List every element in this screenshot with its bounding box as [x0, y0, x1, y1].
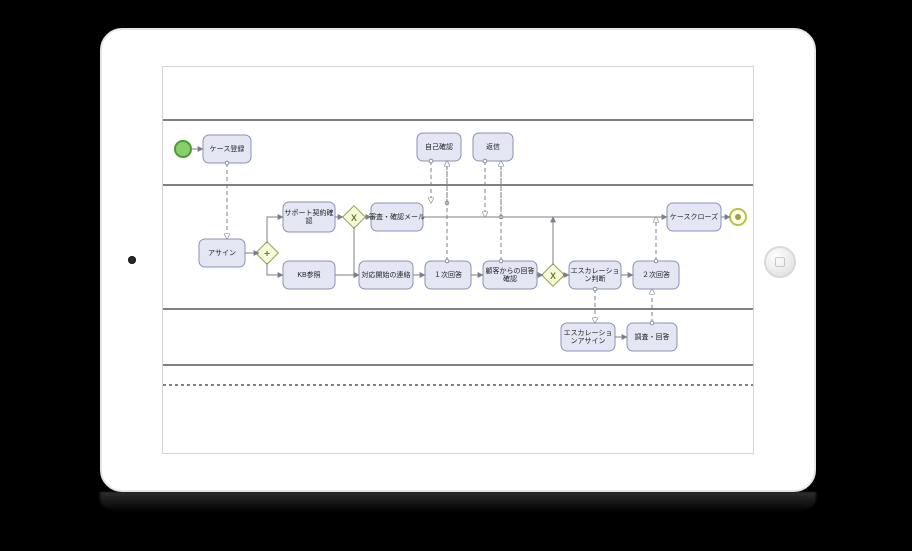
label-assign: アサイン [208, 249, 236, 257]
flow-gw-support [267, 217, 283, 243]
bpmn-canvas: ケース登録 自己確認 返信 アサイン + サポート契約確認 K [163, 67, 753, 453]
label-case-close: ケースクローズ [670, 212, 718, 221]
label-kb-search: KB参照 [297, 270, 320, 279]
label-first-answer: １次回答 [434, 270, 462, 279]
label-self-confirm: 自己確認 [425, 142, 453, 151]
gateway-xor1: X [343, 206, 366, 229]
flow-xor1-notify [354, 227, 359, 275]
label-notify-start: 対応開始の連絡 [362, 270, 411, 279]
home-button[interactable] [764, 246, 796, 278]
task-support-contract [283, 202, 335, 232]
stage: ケース登録 自己確認 返信 アサイン + サポート契約確認 K [0, 0, 912, 551]
label-investigate: 調査・回答 [635, 332, 670, 341]
label-review-mail: 審査・確認メール [369, 212, 425, 221]
camera-icon [128, 256, 136, 264]
gateway-xor2: X [542, 264, 565, 287]
gateway-parallel: + [256, 242, 279, 265]
start-event [175, 141, 191, 157]
screen: ケース登録 自己確認 返信 アサイン + サポート契約確認 K [162, 66, 754, 454]
task-escalation-assign [561, 323, 615, 351]
tablet-device: ケース登録 自己確認 返信 アサイン + サポート契約確認 K [100, 28, 816, 492]
bpmn-svg: ケース登録 自己確認 返信 アサイン + サポート契約確認 K [163, 67, 753, 454]
flow-gw-kb [267, 263, 283, 275]
label-case-register: ケース登録 [210, 144, 245, 153]
task-escalation-judge [569, 261, 621, 289]
svg-text:+: + [264, 249, 270, 260]
label-return: 返信 [486, 142, 500, 151]
svg-text:X: X [550, 271, 556, 281]
svg-text:X: X [351, 213, 357, 223]
end-event [730, 209, 746, 225]
reflection [100, 492, 816, 512]
label-second-answer: ２次回答 [642, 270, 670, 279]
task-customer-reply [483, 261, 537, 289]
